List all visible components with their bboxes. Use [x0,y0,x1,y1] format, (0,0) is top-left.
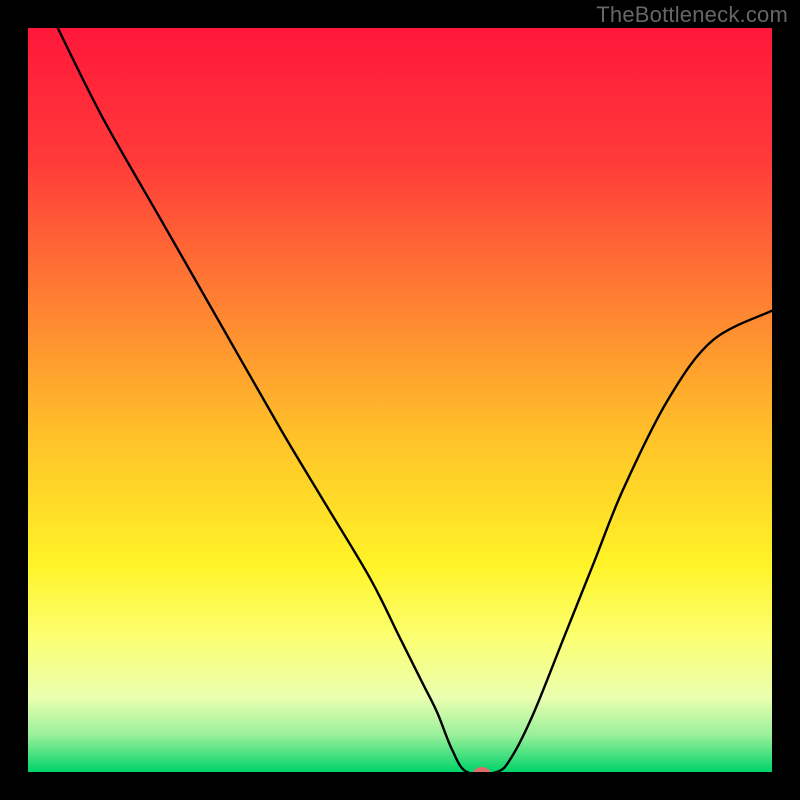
watermark-text: TheBottleneck.com [596,2,788,28]
chart-plot-area [28,28,772,772]
chart-frame: TheBottleneck.com [0,0,800,800]
gradient-background [28,28,772,772]
chart-svg [28,28,772,772]
